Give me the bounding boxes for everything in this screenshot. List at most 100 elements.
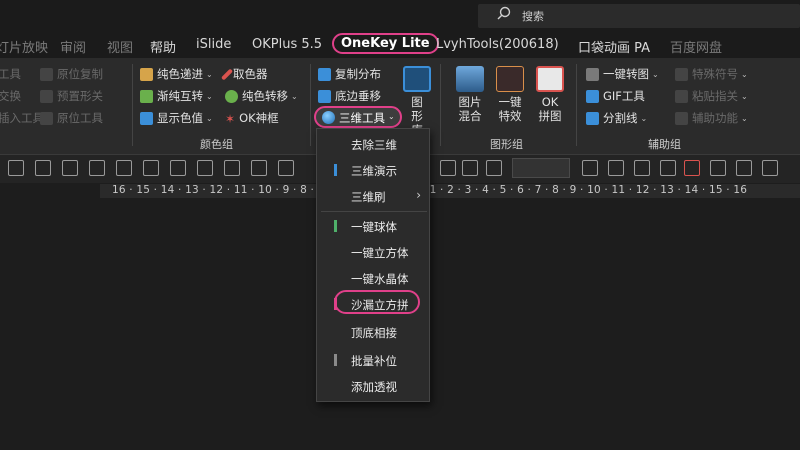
menu-item-cube[interactable]: 一键立方体: [317, 241, 429, 263]
ribbon-item-copy-distribute[interactable]: 复制分布: [318, 66, 381, 82]
ribbon-item-insert-tools[interactable]: 插入工具: [0, 110, 44, 126]
ribbon-item-ok-frame[interactable]: ✶ OK神框: [225, 110, 279, 126]
ribbon-item-special-symbols[interactable]: 特殊符号 ⌄: [675, 66, 748, 82]
palette-icon: [140, 67, 153, 81]
ribbon-label: 显示色值: [157, 111, 203, 125]
tool-icon[interactable]: [224, 160, 240, 176]
tool-icon[interactable]: [143, 160, 159, 176]
ribbon-item-color-picker[interactable]: 取色器: [220, 66, 268, 82]
tab-help[interactable]: 帮助: [150, 37, 176, 56]
ribbon-item-assist-functions[interactable]: 辅助功能 ⌄: [675, 110, 748, 126]
ribbon-label: 取色器: [233, 67, 268, 81]
search-box[interactable]: 搜索: [478, 4, 800, 28]
ribbon-label: 复制分布: [335, 67, 381, 81]
menu-item-remove-3d[interactable]: 去除三维: [317, 133, 429, 155]
ribbon-label: OK神框: [239, 111, 279, 125]
menu-item-3d-demo[interactable]: 三维演示: [317, 159, 429, 181]
ribbon-item-divider-line[interactable]: 分割线 ⌄: [586, 110, 647, 126]
ribbon-item-solid-gradient[interactable]: 纯色递进 ⌄: [140, 66, 213, 82]
image-icon[interactable]: [462, 160, 478, 176]
ribbon-item-copy-in-place[interactable]: 原位复制: [40, 66, 103, 82]
tool-icon[interactable]: [89, 160, 105, 176]
ribbon-item-gradient-swap[interactable]: 渐纯互转 ⌄: [140, 88, 213, 104]
tab-view[interactable]: 视图: [107, 37, 133, 56]
ribbon-item-gif-tools[interactable]: GIF工具: [586, 88, 645, 104]
layers-icon: [456, 66, 484, 92]
image-blend-label: 图片混合: [458, 95, 482, 123]
tab-slideshow[interactable]: 灯片放映: [0, 37, 48, 56]
tool-icon[interactable]: [710, 160, 726, 176]
tool-icon[interactable]: [684, 160, 700, 176]
tool-icon[interactable]: [278, 160, 294, 176]
ribbon-label: 辅助功能: [692, 111, 738, 125]
ribbon-item-preset[interactable]: 预置形关: [40, 88, 103, 104]
tool-icon[interactable]: [736, 160, 752, 176]
tab-baidu-netdisk[interactable]: 百度网盘: [670, 37, 722, 56]
crop-icon[interactable]: [486, 160, 502, 176]
tool-icon[interactable]: [634, 160, 650, 176]
gif-icon: [586, 89, 599, 103]
ok-grid-label: OK拼图: [538, 95, 562, 123]
chevron-down-icon: ⌄: [741, 113, 748, 123]
ok-grid-button[interactable]: OK拼图: [530, 66, 570, 123]
ribbon-label: 分割线: [603, 111, 638, 125]
tool-icon[interactable]: [251, 160, 267, 176]
ribbon-label: 预置形关: [57, 89, 103, 103]
menu-item-batch-fill[interactable]: 批量补位: [317, 349, 429, 371]
tool-icon[interactable]: [608, 160, 624, 176]
symbol-icon: [675, 67, 688, 81]
tool-icon[interactable]: [35, 160, 51, 176]
marker: [334, 164, 337, 176]
menu-item-label: 一键立方体: [351, 246, 409, 260]
3d-tools-button[interactable]: 三维工具 ⌄: [314, 106, 402, 128]
ribbon-tabs: 灯片放映 审阅 视图 帮助 iSlide OKPlus 5.5 OneKey L…: [0, 32, 800, 58]
tab-okplus[interactable]: OKPlus 5.5: [252, 37, 322, 52]
ribbon-item-in-place-tools[interactable]: 原位工具: [40, 110, 103, 126]
menu-item-crystal[interactable]: 一键水晶体: [317, 267, 429, 289]
ribbon-item-bottom-align[interactable]: 底边垂移: [318, 88, 381, 104]
ribbon-label: 渐纯互转: [157, 89, 203, 103]
chevron-down-icon: ⌄: [741, 69, 748, 79]
tool-icon[interactable]: [582, 160, 598, 176]
ribbon-item-convert-to-image[interactable]: 一键转图 ⌄: [586, 66, 659, 82]
search-placeholder: 搜索: [522, 10, 544, 23]
ribbon-label: 纯色递进: [157, 67, 203, 81]
ribbon-label: 一键转图: [603, 67, 649, 81]
paste-icon: [675, 89, 688, 103]
tool-icon[interactable]: [8, 160, 24, 176]
chevron-down-icon: ⌄: [206, 113, 213, 123]
chevron-down-icon: ⌄: [291, 91, 298, 101]
tab-review[interactable]: 审阅: [60, 37, 86, 56]
menu-item-top-bottom-join[interactable]: 顶底相接: [317, 321, 429, 343]
menu-item-add-perspective[interactable]: 添加透视: [317, 375, 429, 397]
tool-icon[interactable]: [197, 160, 213, 176]
copy-icon: [40, 67, 53, 81]
ribbon-item-color-transfer[interactable]: 纯色转移 ⌄: [225, 88, 298, 104]
marker: [334, 354, 337, 366]
menu-item-sphere[interactable]: 一键球体: [317, 215, 429, 237]
3d-tools-label: 三维工具: [339, 111, 385, 125]
ribbon-label: 原位工具: [57, 111, 103, 125]
tab-islide[interactable]: iSlide: [196, 37, 231, 52]
tool-icon[interactable]: [62, 160, 78, 176]
tool-icon[interactable]: [762, 160, 778, 176]
ribbon-item-paste-tools[interactable]: 粘贴指关 ⌄: [675, 88, 748, 104]
tab-pocket-animation[interactable]: 口袋动画 PA: [578, 37, 650, 56]
tool-icon[interactable]: [116, 160, 132, 176]
value-input[interactable]: [512, 158, 570, 178]
chevron-right-icon: ›: [416, 188, 421, 202]
sphere-icon: [322, 111, 335, 124]
tool-icon[interactable]: [170, 160, 186, 176]
tool-icon[interactable]: [440, 160, 456, 176]
tab-onekey-lite[interactable]: OneKey Lite: [332, 33, 439, 54]
one-click-effect-button[interactable]: 一键特效: [490, 66, 530, 123]
menu-item-label: 批量补位: [351, 354, 397, 368]
tool-icon[interactable]: [660, 160, 676, 176]
image-blend-button[interactable]: 图片混合: [450, 66, 490, 123]
ribbon-item-show-color-value[interactable]: 显示色值 ⌄: [140, 110, 213, 126]
menu-item-3d-brush[interactable]: 三维刷 ›: [317, 185, 429, 207]
shape-library-button[interactable]: 图形库: [400, 66, 434, 137]
tab-lvyhtools[interactable]: LvyhTools(200618): [436, 37, 559, 52]
ribbon-item-tools[interactable]: 工具: [0, 66, 21, 82]
ribbon-item-swap[interactable]: 交换: [0, 88, 21, 104]
